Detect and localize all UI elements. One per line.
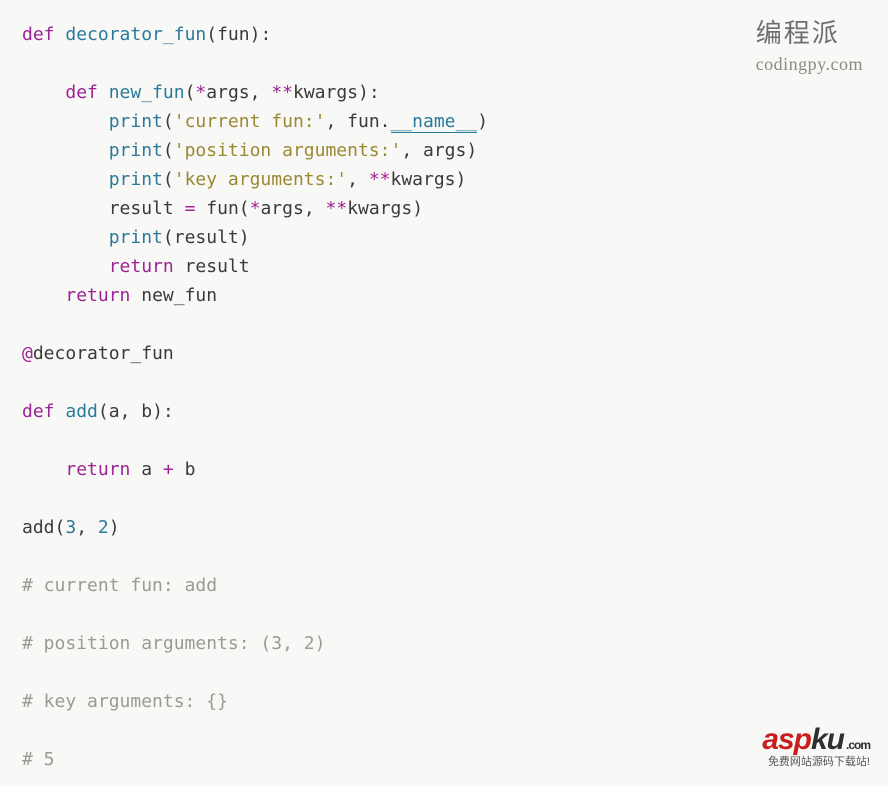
code-line: print(result): [22, 227, 250, 248]
keyword-return: return: [65, 459, 130, 480]
code-line: print('key arguments:', **kwargs): [22, 169, 466, 190]
code-line: result = fun(*args, **kwargs): [22, 198, 423, 219]
keyword-def: def: [65, 82, 98, 103]
code-line: @decorator_fun: [22, 343, 174, 364]
comment-line: # current fun: add: [22, 575, 217, 596]
watermark-top: 编程派 codingpy.com: [756, 18, 863, 75]
func-name: add: [65, 401, 98, 422]
builtin-print: print: [109, 169, 163, 190]
comment-line: # position arguments: (3, 2): [22, 633, 325, 654]
keyword-return: return: [109, 256, 174, 277]
code-line: def add(a, b):: [22, 401, 174, 422]
builtin-print: print: [109, 140, 163, 161]
code-line: def decorator_fun(fun):: [22, 24, 271, 45]
code-line: return a + b: [22, 459, 195, 480]
builtin-print: print: [109, 227, 163, 248]
watermark-top-en: codingpy.com: [756, 53, 863, 76]
code-line: return result: [22, 256, 250, 277]
builtin-print: print: [109, 111, 163, 132]
decorator-at: @: [22, 343, 33, 364]
code-block: def decorator_fun(fun): def new_fun(*arg…: [0, 0, 888, 774]
watermark-bottom: aspku.com 免费网站源码下载站!: [762, 725, 870, 768]
func-name: new_fun: [109, 82, 185, 103]
comment-line: # key arguments: {}: [22, 691, 228, 712]
code-line: return new_fun: [22, 285, 217, 306]
keyword-def: def: [22, 24, 55, 45]
watermark-bottom-brand: aspku.com: [762, 725, 870, 755]
func-name: decorator_fun: [65, 24, 206, 45]
code-line: def new_fun(*args, **kwargs):: [22, 82, 380, 103]
code-line: print('position arguments:', args): [22, 140, 477, 161]
dunder-name: __name__: [391, 111, 478, 133]
keyword-def: def: [22, 401, 55, 422]
comment-line: # 5: [22, 749, 55, 770]
code-line: add(3, 2): [22, 517, 120, 538]
watermark-top-zh: 编程派: [756, 18, 863, 51]
code-line: print('current fun:', fun.__name__): [22, 111, 488, 133]
keyword-return: return: [65, 285, 130, 306]
decorator-name: decorator_fun: [33, 343, 174, 364]
watermark-bottom-sub: 免费网站源码下载站!: [762, 757, 870, 768]
